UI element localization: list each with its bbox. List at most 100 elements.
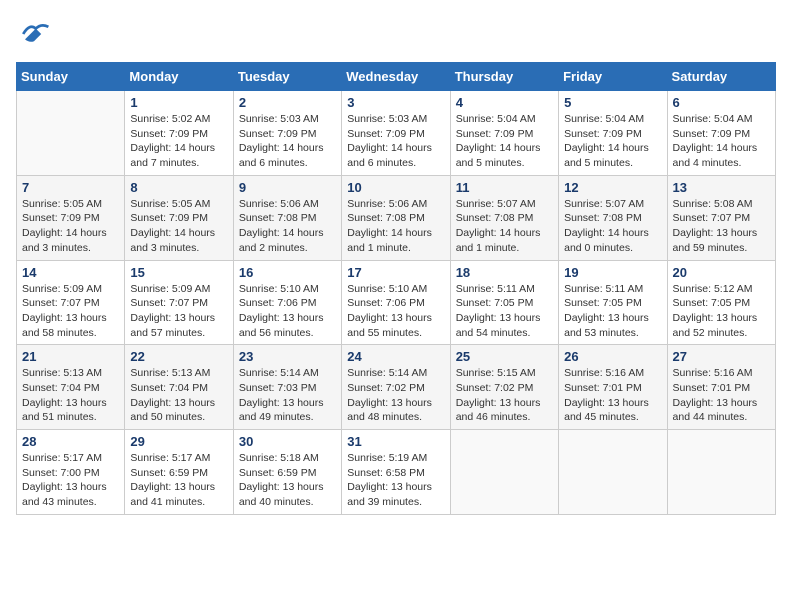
calendar-cell: 20 Sunrise: 5:12 AM Sunset: 7:05 PM Dayli… <box>667 260 775 345</box>
day-number: 14 <box>22 265 119 280</box>
day-info: Sunrise: 5:17 AM Sunset: 6:59 PM Dayligh… <box>130 451 227 510</box>
calendar-cell: 1 Sunrise: 5:02 AM Sunset: 7:09 PM Daylig… <box>125 91 233 176</box>
calendar-cell: 17 Sunrise: 5:10 AM Sunset: 7:06 PM Dayli… <box>342 260 450 345</box>
day-number: 8 <box>130 180 227 195</box>
calendar-cell: 6Sunrise: 5:04 AM Sunset: 7:09 PM Daylig… <box>667 91 775 176</box>
calendar-cell: 22 Sunrise: 5:13 AM Sunset: 7:04 PM Dayli… <box>125 345 233 430</box>
calendar-cell <box>450 430 558 515</box>
day-number: 7 <box>22 180 119 195</box>
calendar-cell <box>559 430 667 515</box>
calendar-cell: 4Sunrise: 5:04 AM Sunset: 7:09 PM Daylig… <box>450 91 558 176</box>
day-number: 17 <box>347 265 444 280</box>
day-number: 10 <box>347 180 444 195</box>
day-info: Sunrise: 5:15 AM Sunset: 7:02 PM Dayligh… <box>456 366 553 425</box>
logo-icon <box>16 16 52 52</box>
calendar-cell: 21Sunrise: 5:13 AM Sunset: 7:04 PM Dayli… <box>17 345 125 430</box>
calendar-week-row: 7 Sunrise: 5:05 AM Sunset: 7:09 PM Daylig… <box>17 175 776 260</box>
day-info: Sunrise: 5:04 AM Sunset: 7:09 PM Dayligh… <box>456 112 553 171</box>
calendar-week-row: 21Sunrise: 5:13 AM Sunset: 7:04 PM Dayli… <box>17 345 776 430</box>
calendar-cell: 14 Sunrise: 5:09 AM Sunset: 7:07 PM Dayli… <box>17 260 125 345</box>
day-info: Sunrise: 5:17 AM Sunset: 7:00 PM Dayligh… <box>22 451 119 510</box>
day-number: 5 <box>564 95 661 110</box>
calendar-cell: 28 Sunrise: 5:17 AM Sunset: 7:00 PM Dayli… <box>17 430 125 515</box>
day-info: Sunrise: 5:07 AM Sunset: 7:08 PM Dayligh… <box>456 197 553 256</box>
weekday-header: Friday <box>559 63 667 91</box>
calendar-cell: 18Sunrise: 5:11 AM Sunset: 7:05 PM Dayli… <box>450 260 558 345</box>
day-number: 19 <box>564 265 661 280</box>
day-number: 27 <box>673 349 770 364</box>
calendar-cell: 24 Sunrise: 5:14 AM Sunset: 7:02 PM Dayli… <box>342 345 450 430</box>
day-info: Sunrise: 5:14 AM Sunset: 7:02 PM Dayligh… <box>347 366 444 425</box>
calendar-cell: 5 Sunrise: 5:04 AM Sunset: 7:09 PM Daylig… <box>559 91 667 176</box>
day-info: Sunrise: 5:04 AM Sunset: 7:09 PM Dayligh… <box>564 112 661 171</box>
day-info: Sunrise: 5:08 AM Sunset: 7:07 PM Dayligh… <box>673 197 770 256</box>
calendar-cell: 25 Sunrise: 5:15 AM Sunset: 7:02 PM Dayli… <box>450 345 558 430</box>
day-info: Sunrise: 5:13 AM Sunset: 7:04 PM Dayligh… <box>22 366 119 425</box>
day-number: 20 <box>673 265 770 280</box>
day-number: 22 <box>130 349 227 364</box>
day-number: 2 <box>239 95 336 110</box>
day-number: 9 <box>239 180 336 195</box>
calendar-cell: 3Sunrise: 5:03 AM Sunset: 7:09 PM Daylig… <box>342 91 450 176</box>
calendar-table: SundayMondayTuesdayWednesdayThursdayFrid… <box>16 62 776 515</box>
calendar-cell <box>667 430 775 515</box>
day-number: 31 <box>347 434 444 449</box>
day-info: Sunrise: 5:12 AM Sunset: 7:05 PM Dayligh… <box>673 282 770 341</box>
day-number: 13 <box>673 180 770 195</box>
day-number: 25 <box>456 349 553 364</box>
day-number: 29 <box>130 434 227 449</box>
day-info: Sunrise: 5:02 AM Sunset: 7:09 PM Dayligh… <box>130 112 227 171</box>
day-info: Sunrise: 5:13 AM Sunset: 7:04 PM Dayligh… <box>130 366 227 425</box>
calendar-cell <box>17 91 125 176</box>
day-info: Sunrise: 5:10 AM Sunset: 7:06 PM Dayligh… <box>239 282 336 341</box>
calendar-week-row: 1 Sunrise: 5:02 AM Sunset: 7:09 PM Daylig… <box>17 91 776 176</box>
calendar-cell: 27 Sunrise: 5:16 AM Sunset: 7:01 PM Dayli… <box>667 345 775 430</box>
day-info: Sunrise: 5:05 AM Sunset: 7:09 PM Dayligh… <box>130 197 227 256</box>
day-info: Sunrise: 5:16 AM Sunset: 7:01 PM Dayligh… <box>673 366 770 425</box>
weekday-header: Thursday <box>450 63 558 91</box>
day-number: 12 <box>564 180 661 195</box>
calendar-cell: 12Sunrise: 5:07 AM Sunset: 7:08 PM Dayli… <box>559 175 667 260</box>
calendar-cell: 8 Sunrise: 5:05 AM Sunset: 7:09 PM Daylig… <box>125 175 233 260</box>
calendar-cell: 11 Sunrise: 5:07 AM Sunset: 7:08 PM Dayli… <box>450 175 558 260</box>
day-info: Sunrise: 5:09 AM Sunset: 7:07 PM Dayligh… <box>22 282 119 341</box>
weekday-header: Monday <box>125 63 233 91</box>
day-info: Sunrise: 5:06 AM Sunset: 7:08 PM Dayligh… <box>347 197 444 256</box>
weekday-header: Tuesday <box>233 63 341 91</box>
calendar-cell: 26 Sunrise: 5:16 AM Sunset: 7:01 PM Dayli… <box>559 345 667 430</box>
calendar-week-row: 14 Sunrise: 5:09 AM Sunset: 7:07 PM Dayli… <box>17 260 776 345</box>
calendar-cell: 19 Sunrise: 5:11 AM Sunset: 7:05 PM Dayli… <box>559 260 667 345</box>
calendar-body: 1 Sunrise: 5:02 AM Sunset: 7:09 PM Daylig… <box>17 91 776 515</box>
day-info: Sunrise: 5:19 AM Sunset: 6:58 PM Dayligh… <box>347 451 444 510</box>
day-info: Sunrise: 5:10 AM Sunset: 7:06 PM Dayligh… <box>347 282 444 341</box>
calendar-cell: 13 Sunrise: 5:08 AM Sunset: 7:07 PM Dayli… <box>667 175 775 260</box>
day-number: 26 <box>564 349 661 364</box>
weekday-header: Wednesday <box>342 63 450 91</box>
weekday-header: Saturday <box>667 63 775 91</box>
calendar-cell: 23Sunrise: 5:14 AM Sunset: 7:03 PM Dayli… <box>233 345 341 430</box>
day-info: Sunrise: 5:05 AM Sunset: 7:09 PM Dayligh… <box>22 197 119 256</box>
calendar-cell: 2Sunrise: 5:03 AM Sunset: 7:09 PM Daylig… <box>233 91 341 176</box>
day-number: 24 <box>347 349 444 364</box>
day-info: Sunrise: 5:14 AM Sunset: 7:03 PM Dayligh… <box>239 366 336 425</box>
day-info: Sunrise: 5:09 AM Sunset: 7:07 PM Dayligh… <box>130 282 227 341</box>
day-info: Sunrise: 5:11 AM Sunset: 7:05 PM Dayligh… <box>564 282 661 341</box>
calendar-cell: 29 Sunrise: 5:17 AM Sunset: 6:59 PM Dayli… <box>125 430 233 515</box>
day-number: 15 <box>130 265 227 280</box>
calendar-cell: 7 Sunrise: 5:05 AM Sunset: 7:09 PM Daylig… <box>17 175 125 260</box>
day-info: Sunrise: 5:18 AM Sunset: 6:59 PM Dayligh… <box>239 451 336 510</box>
day-number: 16 <box>239 265 336 280</box>
calendar-cell: 16 Sunrise: 5:10 AM Sunset: 7:06 PM Dayli… <box>233 260 341 345</box>
day-number: 28 <box>22 434 119 449</box>
weekday-header: Sunday <box>17 63 125 91</box>
day-info: Sunrise: 5:06 AM Sunset: 7:08 PM Dayligh… <box>239 197 336 256</box>
day-number: 6 <box>673 95 770 110</box>
calendar-cell: 10 Sunrise: 5:06 AM Sunset: 7:08 PM Dayli… <box>342 175 450 260</box>
calendar-cell: 30Sunrise: 5:18 AM Sunset: 6:59 PM Dayli… <box>233 430 341 515</box>
day-number: 1 <box>130 95 227 110</box>
logo <box>16 16 56 52</box>
day-number: 11 <box>456 180 553 195</box>
day-info: Sunrise: 5:16 AM Sunset: 7:01 PM Dayligh… <box>564 366 661 425</box>
day-number: 18 <box>456 265 553 280</box>
weekday-header-row: SundayMondayTuesdayWednesdayThursdayFrid… <box>17 63 776 91</box>
